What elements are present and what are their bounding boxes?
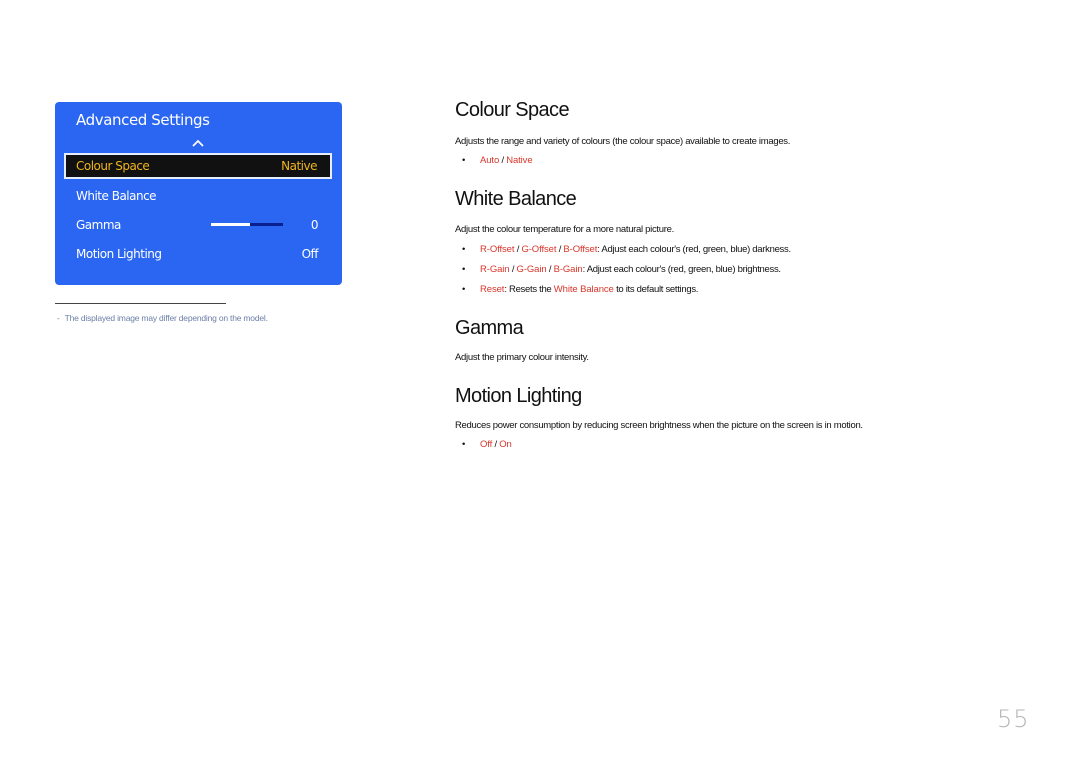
menu-item-label: Gamma [76, 218, 121, 232]
menu-item-value: Off [301, 247, 319, 261]
option-auto: Auto [480, 155, 500, 166]
option-off: Off [480, 439, 493, 450]
separator: / [546, 264, 554, 275]
heading-white-balance: White Balance [455, 188, 577, 210]
g-offset: G-Offset [521, 244, 557, 255]
r-gain: R-Gain [480, 264, 510, 275]
reset-text-end: to its default settings. [613, 284, 699, 295]
bullet-icon: • [462, 264, 466, 275]
menu-item-value: 0 [310, 218, 319, 232]
white-balance-ref: White Balance [553, 284, 614, 295]
heading-colour-space: Colour Space [455, 99, 570, 121]
footnote: - The displayed image may differ dependin… [57, 313, 268, 323]
bullet-icon: • [462, 439, 466, 450]
gamma-description: Adjust the primary colour intensity. [455, 352, 589, 363]
bullet-icon: • [462, 155, 466, 166]
gain-text: : Adjust each colour's (red, green, blue… [582, 264, 782, 275]
menu-title: Advanced Settings [76, 111, 210, 129]
footnote-divider [55, 303, 226, 304]
white-balance-description: Adjust the colour temperature for a more… [455, 224, 674, 235]
heading-motion-lighting: Motion Lighting [455, 385, 582, 407]
heading-gamma: Gamma [455, 317, 524, 339]
white-balance-reset-item: • Reset: Resets the White Balance to its … [462, 284, 698, 295]
menu-item-motion-lighting[interactable]: Motion Lighting Off [65, 242, 331, 266]
footnote-dash: - [57, 313, 60, 323]
chevron-up-icon[interactable] [192, 138, 204, 148]
motion-lighting-options: • Off / On [462, 439, 512, 450]
menu-item-white-balance[interactable]: White Balance [65, 184, 331, 208]
menu-item-value: Native [281, 159, 317, 173]
option-native: Native [506, 155, 533, 166]
menu-item-colour-space[interactable]: Colour Space Native [64, 153, 332, 179]
menu-item-label: Motion Lighting [76, 247, 162, 261]
motion-lighting-description: Reduces power consumption by reducing sc… [455, 420, 863, 431]
gamma-slider-fill [211, 223, 250, 226]
bullet-icon: • [462, 244, 466, 255]
white-balance-offset-item: • R-Offset / G-Offset / B-Offset: Adjust … [462, 244, 791, 255]
footnote-text: The displayed image may differ depending… [64, 313, 268, 323]
bullet-icon: • [462, 284, 466, 295]
reset: Reset [480, 284, 505, 295]
gamma-slider[interactable] [211, 223, 283, 226]
separator: / [509, 264, 517, 275]
b-gain: B-Gain [553, 264, 583, 275]
advanced-settings-menu: Advanced Settings Colour Space Native Wh… [55, 102, 342, 285]
offset-text: : Adjust each colour's (red, green, blue… [597, 244, 791, 255]
reset-text: : Resets the [504, 284, 554, 295]
colour-space-description: Adjusts the range and variety of colours… [455, 136, 791, 147]
r-offset: R-Offset [480, 244, 515, 255]
colour-space-options: • Auto / Native [462, 155, 533, 166]
g-gain: G-Gain [516, 264, 547, 275]
b-offset: B-Offset [563, 244, 598, 255]
menu-item-label: Colour Space [76, 159, 150, 173]
menu-item-label: White Balance [76, 189, 157, 203]
option-on: On [499, 439, 512, 450]
menu-item-gamma[interactable]: Gamma 0 [65, 213, 331, 237]
page-number: 55 [997, 705, 1030, 733]
white-balance-gain-item: • R-Gain / G-Gain / B-Gain: Adjust each c… [462, 264, 781, 275]
